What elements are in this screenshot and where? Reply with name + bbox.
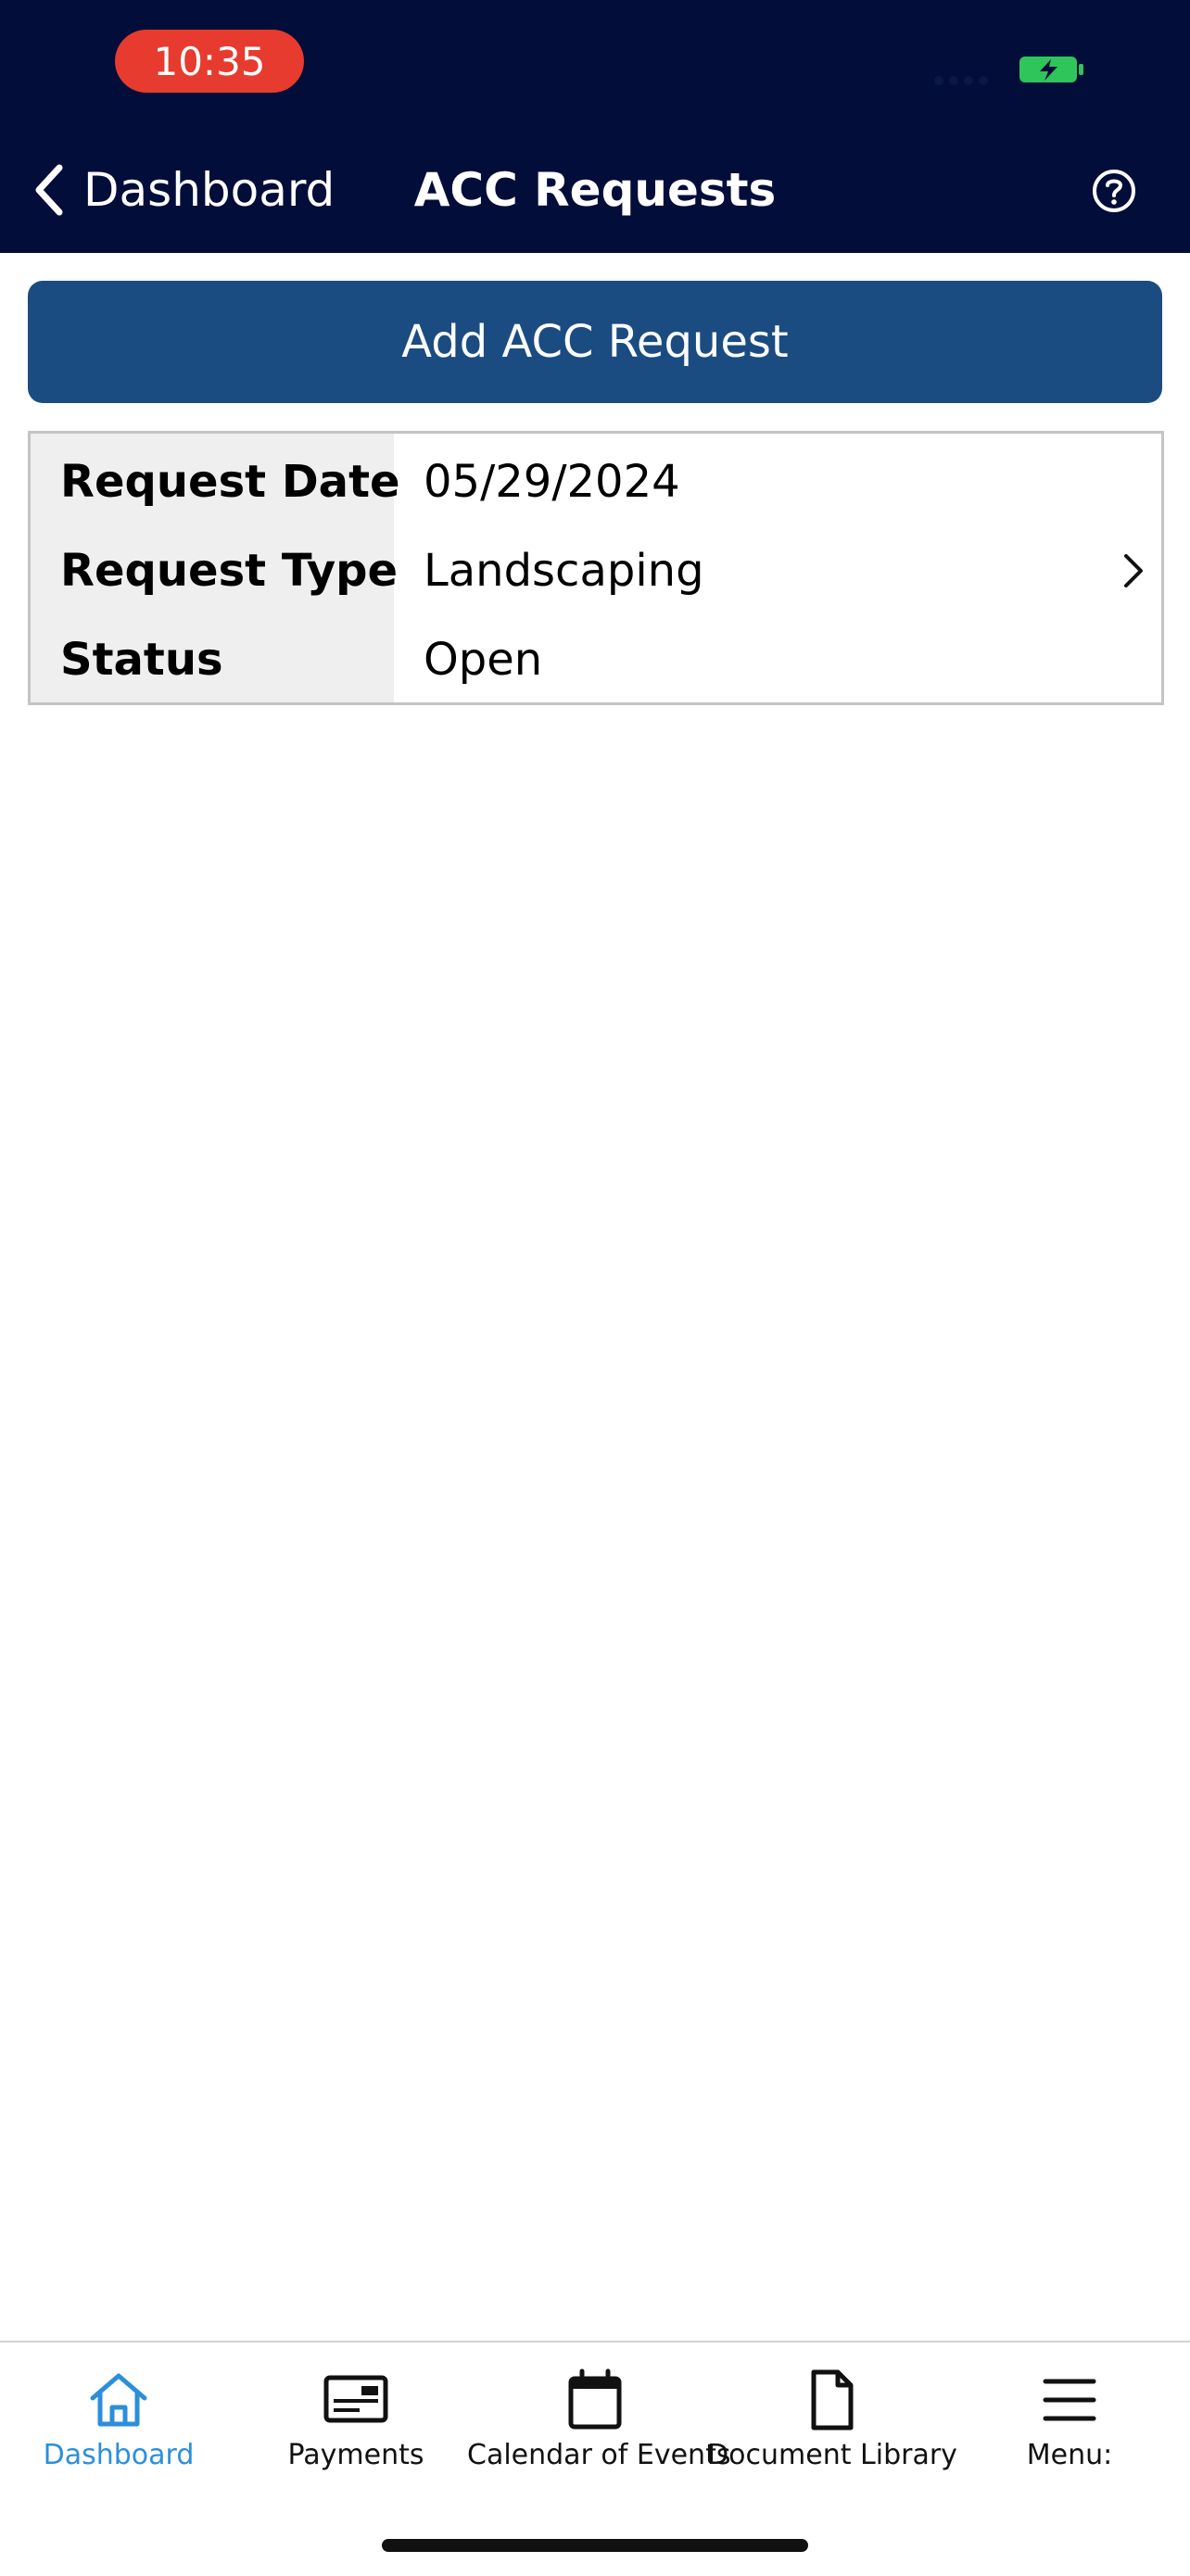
top-header: 10:35 Dashboard ACC Requests: [0, 0, 1190, 253]
help-icon[interactable]: [1090, 167, 1138, 215]
tab-label: Dashboard: [43, 2439, 195, 2471]
tab-label: Document Library: [707, 2439, 957, 2471]
tab-payments[interactable]: Payments: [237, 2342, 475, 2500]
tab-label: Calendar of Events: [467, 2439, 731, 2471]
tab-label: Payments: [287, 2439, 424, 2471]
tab-document-library[interactable]: Document Library: [707, 2342, 957, 2500]
chevron-right-icon: [1124, 554, 1143, 587]
back-button[interactable]: Dashboard: [33, 158, 335, 222]
document-icon: [811, 2369, 854, 2431]
status-time: 10:35: [115, 30, 304, 93]
bottom-tab-bar: Dashboard Payments Calendar of Events Do…: [0, 2341, 1190, 2576]
tab-label: Menu:: [1026, 2439, 1113, 2471]
request-date-value: 05/29/2024: [424, 456, 680, 508]
acc-request-row[interactable]: Request Date 05/29/2024 Request Type Lan…: [28, 431, 1164, 705]
request-type-value: Landscaping: [424, 545, 704, 597]
tab-menu[interactable]: Menu:: [951, 2342, 1188, 2500]
request-type-label: Request Type: [60, 545, 399, 597]
tab-dashboard[interactable]: Dashboard: [0, 2342, 237, 2500]
tab-calendar-of-events[interactable]: Calendar of Events: [467, 2342, 730, 2500]
status-label: Status: [60, 634, 223, 686]
chevron-left-icon: [35, 164, 63, 216]
home-icon: [90, 2373, 147, 2427]
cellular-signal-icon: [934, 76, 999, 85]
payment-card-icon: [323, 2375, 388, 2423]
request-date-label: Request Date: [60, 456, 400, 508]
add-acc-request-button[interactable]: Add ACC Request: [28, 281, 1162, 403]
calendar-icon: [568, 2368, 622, 2430]
hamburger-menu-icon: [1043, 2379, 1096, 2421]
battery-charging-icon: [1019, 57, 1083, 82]
back-button-label: Dashboard: [83, 163, 335, 217]
status-value: Open: [424, 634, 543, 686]
home-indicator: [382, 2539, 808, 2552]
